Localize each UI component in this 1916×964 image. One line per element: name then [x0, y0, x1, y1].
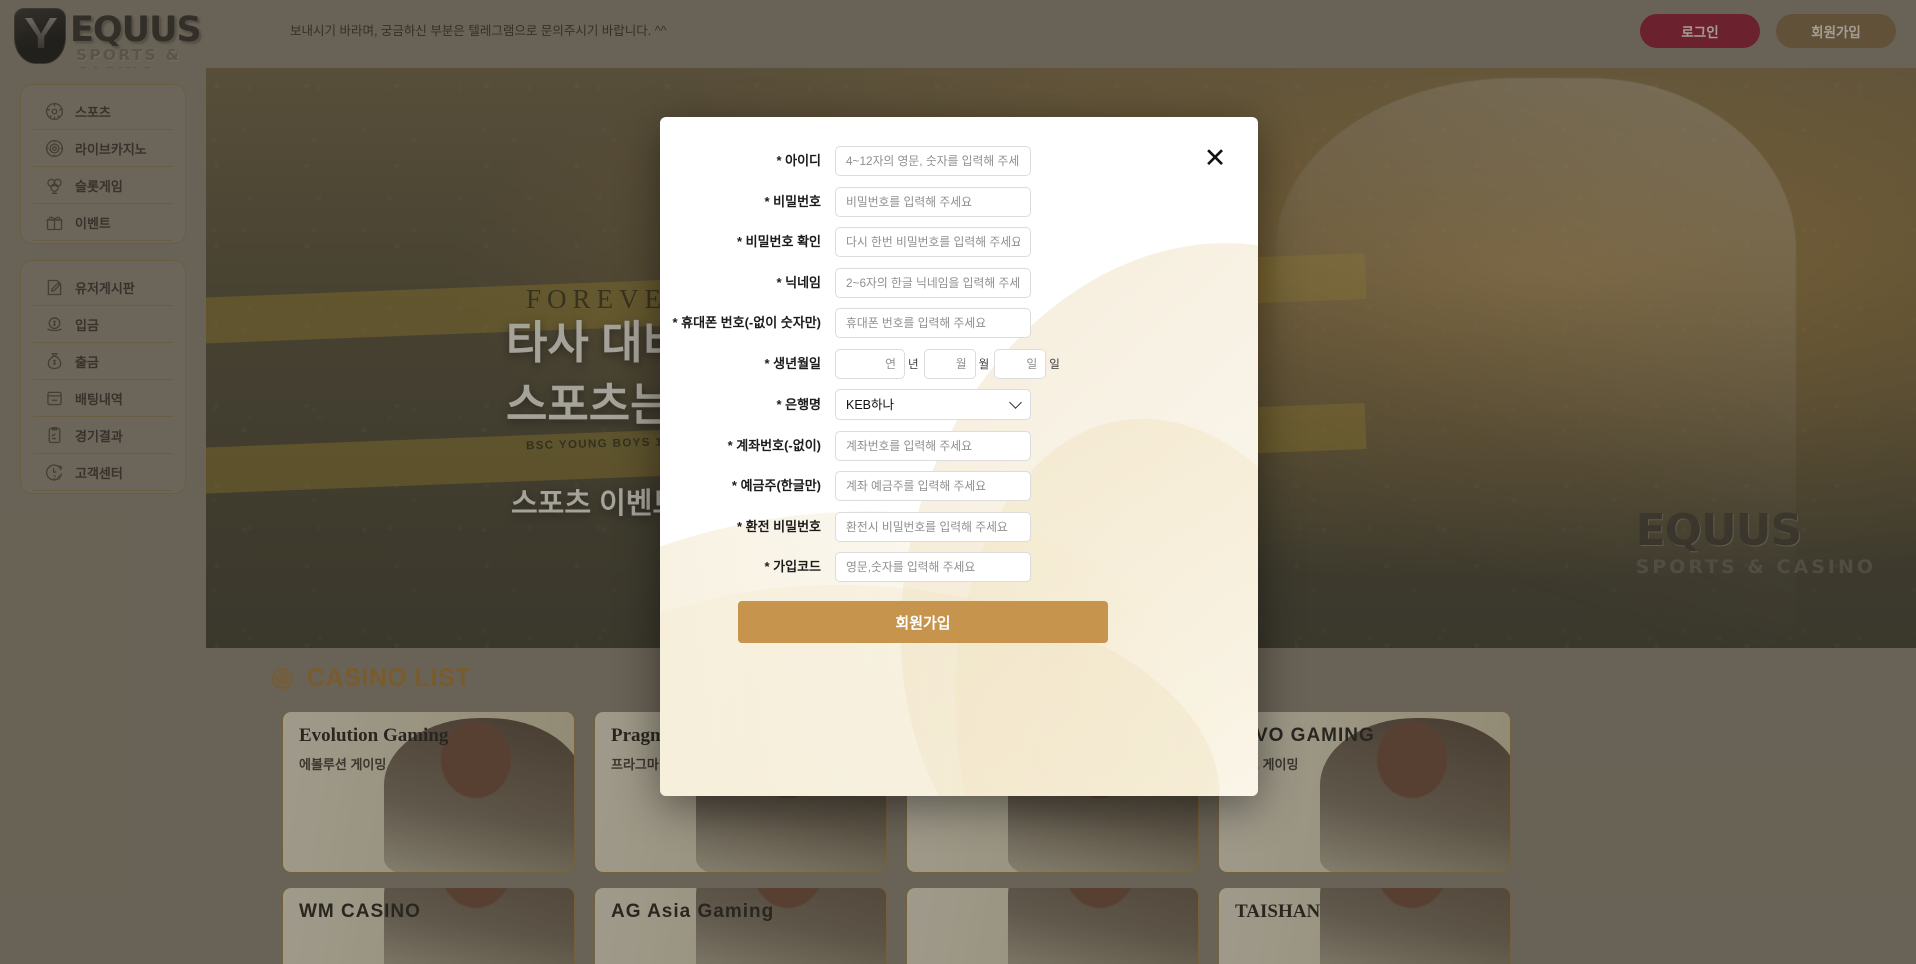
- account-holder-input[interactable]: [835, 471, 1031, 501]
- birth-month-input[interactable]: [923, 348, 976, 379]
- form-row-account-number: * 계좌번호(-없이): [660, 430, 1258, 461]
- exchange-password-input[interactable]: [835, 511, 1031, 542]
- password-confirm-input[interactable]: [835, 227, 1031, 257]
- field-label: * 비밀번호: [764, 193, 821, 209]
- birthdate-group: 년 월 일: [835, 348, 1065, 379]
- birth-day-input[interactable]: [994, 348, 1047, 379]
- phone-input[interactable]: [835, 308, 1031, 338]
- nickname-input[interactable]: [835, 267, 1031, 298]
- birth-year-input[interactable]: [835, 348, 905, 379]
- referral-code-input[interactable]: [835, 552, 1031, 582]
- form-row-birthdate: * 생년월일 년 월 일: [660, 348, 1258, 379]
- field-label: * 가입코드: [764, 559, 821, 575]
- form-row-account-holder: * 예금주(한글만): [660, 471, 1258, 501]
- field-label: * 휴대폰 번호(-없이 숫자만): [672, 315, 821, 331]
- signup-form: * 아이디 * 비밀번호 * 비밀번호 확인 * 닉네임 * 휴대폰 번호(-없…: [660, 117, 1258, 643]
- userid-input[interactable]: [835, 146, 1031, 176]
- field-label: * 계좌번호(-없이): [727, 437, 821, 453]
- form-row-password-confirm: * 비밀번호 확인: [660, 227, 1258, 257]
- field-label: * 은행명: [776, 396, 821, 412]
- field-label: * 환전 비밀번호: [736, 518, 821, 534]
- field-label: * 비밀번호 확인: [736, 234, 821, 250]
- birth-year-suffix: 년: [908, 358, 919, 371]
- close-icon[interactable]: ✕: [1200, 143, 1230, 173]
- form-row-referral-code: * 가입코드: [660, 552, 1258, 582]
- form-row-password: * 비밀번호: [660, 186, 1258, 217]
- form-row-nickname: * 닉네임: [660, 267, 1258, 298]
- field-label: * 닉네임: [776, 274, 821, 290]
- form-row-phone: * 휴대폰 번호(-없이 숫자만): [660, 308, 1258, 338]
- birth-month-suffix: 월: [978, 358, 990, 371]
- bank-select[interactable]: KEB하나국민신한우리농협기업카카오뱅크: [835, 389, 1031, 420]
- form-row-bank: * 은행명 KEB하나국민신한우리농협기업카카오뱅크: [660, 389, 1258, 420]
- account-number-input[interactable]: [835, 430, 1031, 461]
- field-label: * 예금주(한글만): [731, 478, 821, 494]
- form-row-exchange-password: * 환전 비밀번호: [660, 511, 1258, 542]
- signup-modal: ✕ * 아이디 * 비밀번호 * 비밀번호 확인 * 닉네임 * 휴대폰 번호(…: [660, 117, 1258, 796]
- field-label: * 아이디: [776, 153, 821, 169]
- password-input[interactable]: [835, 186, 1031, 217]
- signup-submit-button[interactable]: 회원가입: [738, 601, 1108, 643]
- birth-day-suffix: 일: [1049, 358, 1060, 371]
- field-label: * 생년월일: [764, 355, 821, 371]
- form-row-userid: * 아이디: [660, 146, 1258, 176]
